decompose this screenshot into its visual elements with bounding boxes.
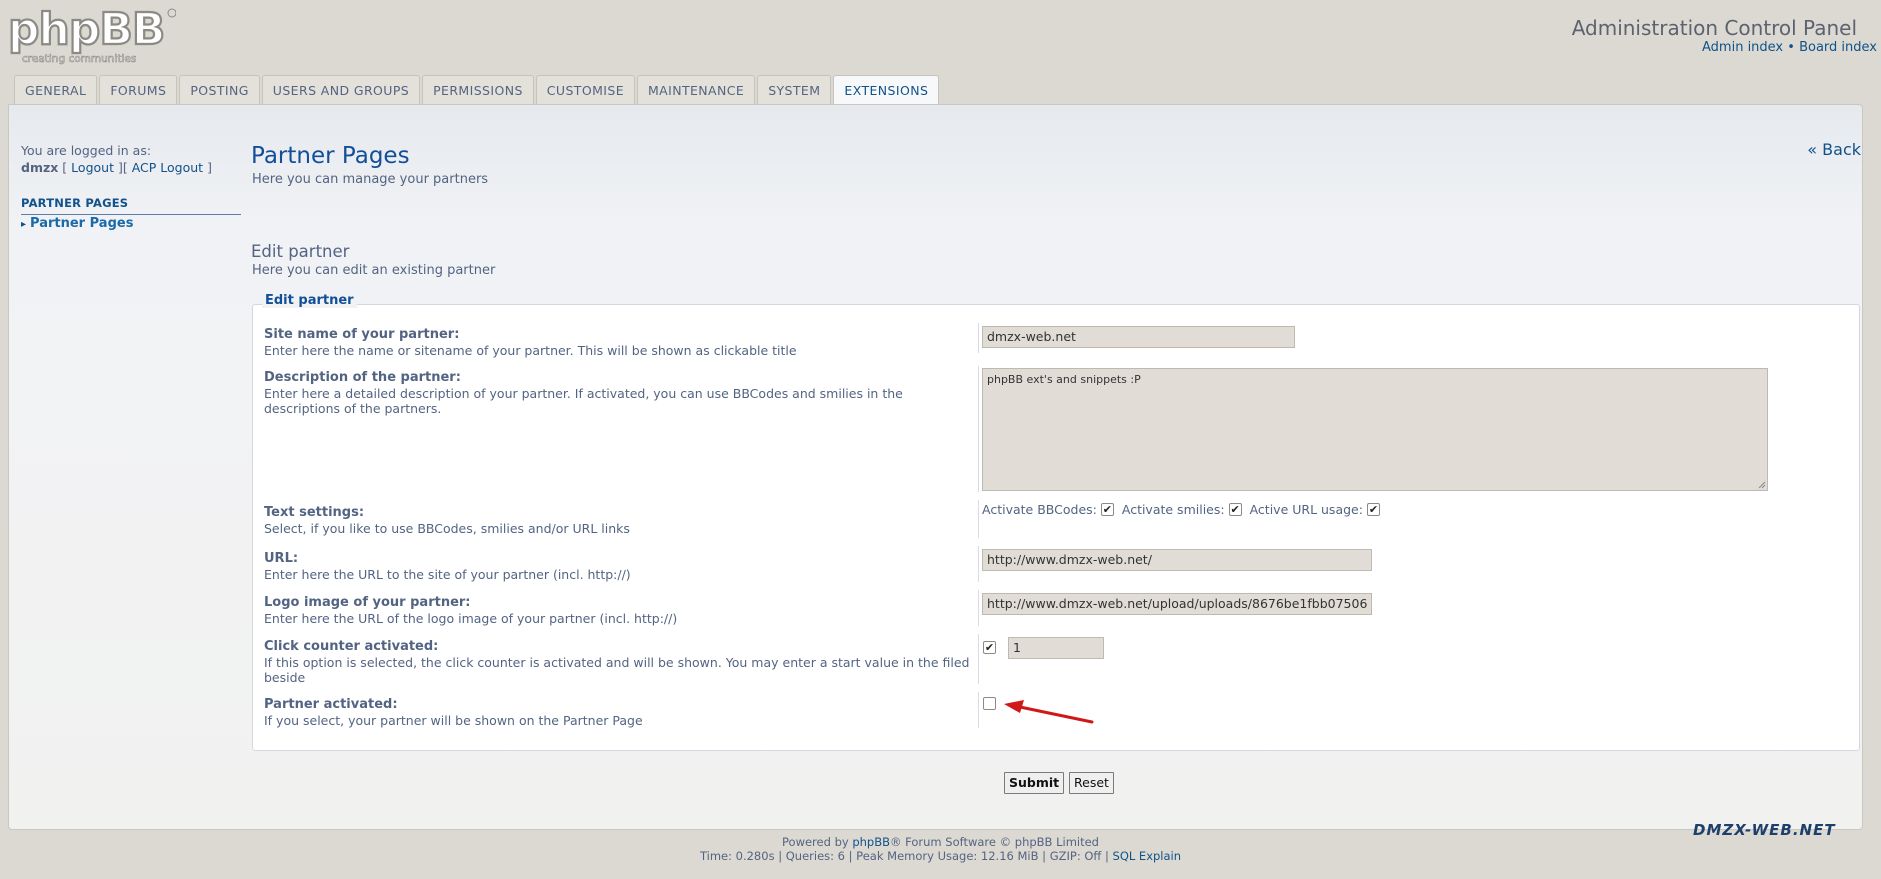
- sidebar-section-heading: PARTNER PAGES: [21, 196, 241, 215]
- edit-partner-heading: Edit partner: [251, 242, 350, 261]
- smilies-label: Activate smilies:: [1121, 502, 1225, 517]
- site-name-explain: Enter here the name or sitename of your …: [264, 342, 797, 358]
- logo-label: Logo image of your partner:: [264, 595, 471, 610]
- footer-powered-by: Powered by phpBB® Forum Software © phpBB…: [0, 835, 1881, 849]
- admin-index-link[interactable]: Admin index: [1702, 40, 1783, 55]
- tab-posting[interactable]: POSTING: [179, 75, 260, 104]
- description-value: phpBB ext's and snippets :P: [987, 373, 1141, 386]
- logged-in-label: You are logged in as:: [21, 143, 152, 158]
- row-divider: [978, 692, 979, 728]
- tab-permissions[interactable]: PERMISSIONS: [422, 75, 534, 104]
- annotation-arrow-icon: [1004, 700, 1094, 724]
- powered-prefix: Powered by: [782, 835, 849, 849]
- edit-partner-description: Here you can edit an existing partner: [252, 263, 496, 278]
- footer-stats: Time: 0.280s | Queries: 6 | Peak Memory …: [0, 849, 1881, 863]
- row-divider: [978, 500, 979, 538]
- partner-activated-checkbox[interactable]: [983, 697, 996, 710]
- site-watermark: DMZX-WEB.NET: [1693, 821, 1836, 839]
- sidebar-item-partner-pages[interactable]: ▸ Partner Pages: [21, 216, 133, 231]
- resize-handle-icon[interactable]: [1758, 481, 1766, 489]
- url-explain: Enter here the URL to the site of your p…: [264, 566, 631, 582]
- bbcodes-checkbox[interactable]: ✔: [1100, 503, 1114, 516]
- url-label: URL:: [264, 551, 299, 566]
- tab-system[interactable]: SYSTEM: [757, 75, 832, 104]
- username: dmzx: [21, 160, 59, 175]
- row-divider: [978, 546, 979, 582]
- submit-button[interactable]: Submit: [1004, 772, 1065, 794]
- logo-label-block: Logo image of your partner: Enter here t…: [264, 595, 974, 626]
- tab-forums[interactable]: FORUMS: [99, 75, 178, 104]
- text-settings-options: Activate BBCodes: ✔ Activate smilies: ✔ …: [982, 502, 1388, 517]
- click-counter-label-block: Click counter activated: If this option …: [264, 639, 974, 686]
- text-settings-explain: Select, if you like to use BBCodes, smil…: [264, 520, 630, 536]
- text-settings-label: Text settings:: [264, 505, 365, 520]
- click-counter-checkbox[interactable]: ✔: [983, 641, 996, 654]
- sidebar-item-label: Partner Pages: [30, 216, 134, 231]
- bbcodes-label: Activate BBCodes:: [982, 502, 1097, 517]
- logout-link[interactable]: Logout: [71, 160, 114, 175]
- row-divider: [978, 634, 979, 684]
- row-divider: [978, 590, 979, 626]
- phpbb-link[interactable]: phpBB: [852, 835, 890, 849]
- header-links: Admin index • Board index: [1702, 40, 1877, 55]
- description-explain: Enter here a detailed description of you…: [264, 385, 903, 417]
- url-label-block: URL: Enter here the URL to the site of y…: [264, 551, 974, 582]
- powered-suffix: ® Forum Software © phpBB Limited: [890, 835, 1099, 849]
- tab-users-and-groups[interactable]: USERS AND GROUPS: [261, 75, 421, 104]
- click-counter-start-input[interactable]: 1: [1008, 637, 1104, 659]
- reset-button[interactable]: Reset: [1069, 772, 1114, 794]
- text-settings-label-block: Text settings: Select, if you like to us…: [264, 505, 974, 536]
- tab-general[interactable]: GENERAL: [14, 75, 98, 104]
- row-divider: [978, 323, 979, 353]
- back-link[interactable]: « Back: [1807, 140, 1861, 159]
- tab-extensions[interactable]: EXTENSIONS: [833, 75, 940, 105]
- board-index-link[interactable]: Board index: [1799, 40, 1877, 55]
- row-divider: [978, 366, 979, 492]
- logo-explain: Enter here the URL of the logo image of …: [264, 610, 678, 626]
- fieldset-legend: Edit partner: [262, 293, 357, 308]
- page-title: Partner Pages: [251, 143, 410, 169]
- url-input[interactable]: http://www.dmzx-web.net/: [982, 549, 1372, 571]
- site-name-label: Site name of your partner:: [264, 327, 460, 342]
- acp-title: Administration Control Panel: [1571, 16, 1857, 40]
- page-description: Here you can manage your partners: [252, 172, 489, 187]
- tab-maintenance[interactable]: MAINTENANCE: [637, 75, 756, 104]
- click-counter-explain: If this option is selected, the click co…: [264, 654, 970, 686]
- partner-activated-explain: If you select, your partner will be show…: [264, 712, 643, 728]
- debug-stats: Time: 0.280s | Queries: 6 | Peak Memory …: [699, 849, 1109, 863]
- url-usage-checkbox[interactable]: ✔: [1366, 503, 1380, 516]
- logo-url-input[interactable]: http://www.dmzx-web.net/upload/uploads/8…: [982, 593, 1372, 615]
- phpbb-logo-mark: phpBB creating communities: [7, 3, 177, 65]
- link-separator: •: [1787, 40, 1795, 55]
- partner-activated-label-block: Partner activated: If you select, your p…: [264, 697, 974, 728]
- partner-activated-label: Partner activated:: [264, 697, 398, 712]
- phpbb-logo[interactable]: phpBB creating communities: [6, 3, 177, 66]
- sql-explain-link[interactable]: SQL Explain: [1113, 849, 1182, 863]
- description-label-block: Description of the partner: Enter here a…: [264, 370, 974, 417]
- click-counter-label: Click counter activated:: [264, 639, 439, 654]
- url-usage-label: Active URL usage:: [1249, 502, 1363, 517]
- logo-tagline: creating communities: [22, 53, 136, 65]
- description-textarea[interactable]: phpBB ext's and snippets :P: [982, 368, 1768, 491]
- logo-text: phpBB: [8, 4, 164, 55]
- bullet-icon: ▸: [21, 219, 27, 230]
- smilies-checkbox[interactable]: ✔: [1228, 503, 1242, 516]
- site-name-label-block: Site name of your partner: Enter here th…: [264, 327, 974, 358]
- main-tabs: GENERAL FORUMS POSTING USERS AND GROUPS …: [14, 75, 941, 105]
- site-name-input[interactable]: dmzx-web.net: [982, 326, 1295, 348]
- tab-customise[interactable]: CUSTOMISE: [535, 75, 635, 104]
- description-label: Description of the partner:: [264, 370, 461, 385]
- login-info: You are logged in as: dmzx [ Logout ][ A…: [21, 143, 212, 175]
- acp-logout-link[interactable]: ACP Logout: [132, 160, 203, 175]
